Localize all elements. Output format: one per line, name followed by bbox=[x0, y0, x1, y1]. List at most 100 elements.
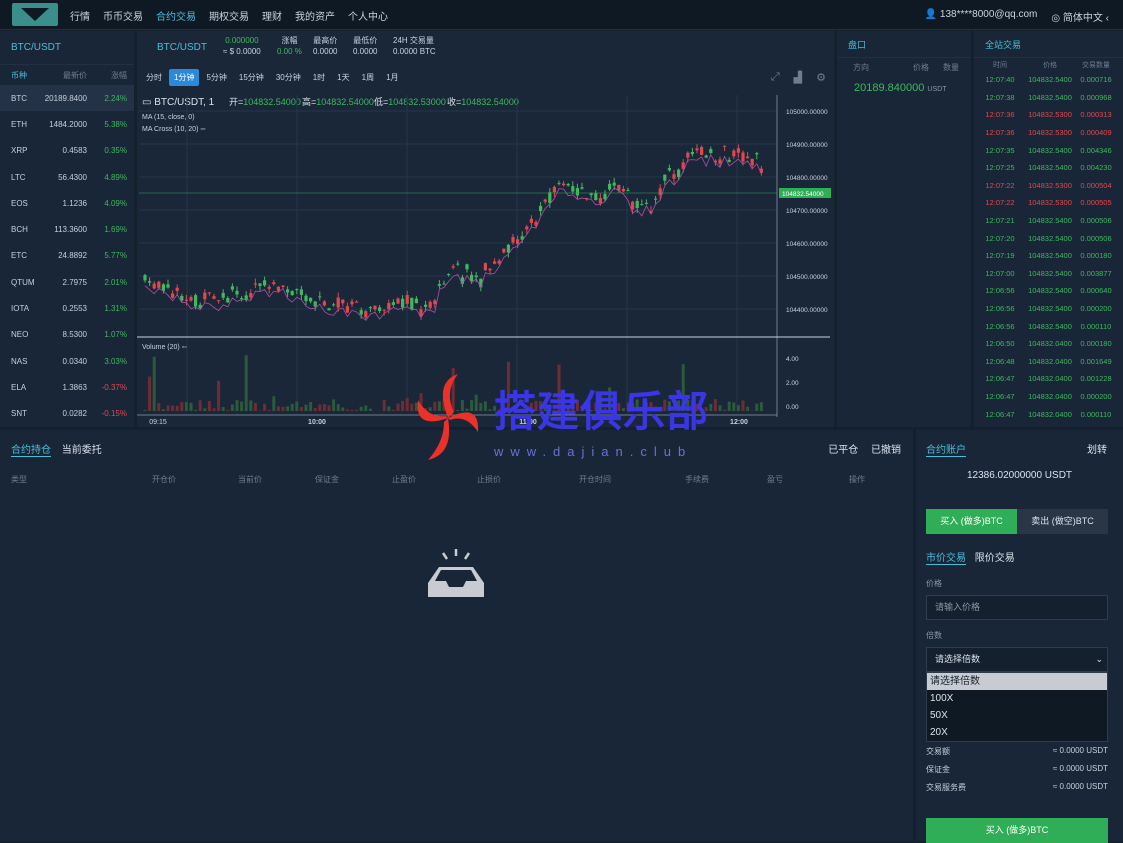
multiplier-option[interactable]: 50X bbox=[927, 707, 1107, 724]
timeframe-tab[interactable]: 1月 bbox=[381, 69, 403, 86]
volume-bar bbox=[401, 401, 404, 411]
trade-time: 12:07:21 bbox=[974, 216, 1026, 225]
multiplier-option[interactable]: 请选择倍数 bbox=[927, 673, 1107, 690]
nav-item-1[interactable]: 币币交易 bbox=[103, 8, 143, 23]
tr-col-amount: 交易数量 bbox=[1074, 60, 1118, 70]
sell-short-tab[interactable]: 卖出 (做空)BTC bbox=[1017, 509, 1108, 534]
multiplier-option[interactable]: 100X bbox=[927, 690, 1107, 707]
language-selector[interactable]: ◎ 简体中文 ‹ bbox=[1051, 9, 1109, 24]
market-row[interactable]: NEO8.53001.07% bbox=[0, 322, 134, 348]
nav-item-2[interactable]: 合约交易 bbox=[156, 8, 196, 23]
tab-open-orders[interactable]: 当前委托 bbox=[62, 445, 102, 456]
volume-bar bbox=[668, 401, 671, 411]
trade-row: 12:07:35104832.54000.004346 bbox=[974, 141, 1123, 159]
market-row[interactable]: ELA1.3863-0.37% bbox=[0, 374, 134, 400]
market-row[interactable]: IOTA0.25531.31% bbox=[0, 295, 134, 321]
trade-price: 104832.0400 bbox=[1026, 339, 1074, 348]
market-row[interactable]: EOS1.12364.09% bbox=[0, 190, 134, 216]
volume-bar bbox=[594, 403, 597, 411]
timeframe-tabs: 分时1分钟5分钟15分钟30分钟1时1天1周1月 bbox=[141, 69, 404, 86]
candle-body bbox=[171, 294, 174, 298]
coin-price: 1.3863 bbox=[42, 383, 87, 392]
positions-col-5: 止损价 bbox=[477, 474, 501, 485]
coin-symbol: ELA bbox=[0, 383, 42, 392]
price-input[interactable]: 请输入价格 bbox=[926, 595, 1108, 620]
buy-long-tab[interactable]: 买入 (做多)BTC bbox=[926, 509, 1017, 534]
user-account-link[interactable]: 👤 138****8000@qq.com bbox=[925, 9, 1038, 24]
market-row[interactable]: BCH113.36001.69% bbox=[0, 216, 134, 242]
market-row[interactable]: NAS0.03403.03% bbox=[0, 348, 134, 374]
trades-title: 全站交易 bbox=[974, 31, 1123, 58]
market-row[interactable]: XRP0.45830.35% bbox=[0, 138, 134, 164]
timeframe-tab[interactable]: 1天 bbox=[332, 69, 354, 86]
coin-symbol: IOTA bbox=[0, 304, 42, 313]
closed-positions-link[interactable]: 已平仓 bbox=[828, 445, 858, 456]
trade-price: 104832.5400 bbox=[1026, 251, 1074, 260]
market-row[interactable]: ETH1484.20005.38% bbox=[0, 111, 134, 137]
nav-item-3[interactable]: 期权交易 bbox=[209, 8, 249, 23]
candle-body bbox=[415, 299, 418, 304]
candlestick-chart[interactable]: ▭ BTC/USDT, 1开=104832.54000高=104832.5400… bbox=[137, 95, 834, 427]
candle-body bbox=[281, 285, 284, 286]
nav-item-4[interactable]: 理财 bbox=[262, 8, 282, 23]
timeframe-tab[interactable]: 分时 bbox=[141, 69, 167, 86]
candle-body bbox=[433, 300, 436, 304]
coin-price: 1.1236 bbox=[42, 199, 87, 208]
limit-order-tab[interactable]: 限价交易 bbox=[975, 553, 1015, 564]
coin-symbol: XRP bbox=[0, 146, 42, 155]
volume-bar bbox=[475, 395, 478, 411]
indicator-icon[interactable]: ▟ bbox=[794, 71, 802, 84]
market-row[interactable]: LTC56.43004.89% bbox=[0, 164, 134, 190]
trade-row: 12:06:56104832.54000.000110 bbox=[974, 317, 1123, 335]
volume-bar bbox=[567, 406, 570, 411]
trade-time: 12:07:40 bbox=[974, 75, 1026, 84]
market-row[interactable]: QTUM2.79752.01% bbox=[0, 269, 134, 295]
cancelled-orders-link[interactable]: 已撤销 bbox=[871, 445, 901, 456]
candle-body bbox=[364, 311, 367, 317]
trade-row: 12:06:47104832.04000.000200 bbox=[974, 388, 1123, 406]
fullscreen-icon[interactable]: ⤢ bbox=[771, 71, 780, 84]
volume-bar bbox=[433, 402, 436, 411]
market-order-tab[interactable]: 市价交易 bbox=[926, 553, 966, 565]
nav-item-6[interactable]: 个人中心 bbox=[348, 8, 388, 23]
time-tick: 10:00 bbox=[308, 419, 326, 426]
timeframe-tab[interactable]: 5分钟 bbox=[201, 69, 231, 86]
candle-body bbox=[429, 302, 432, 308]
candle-body bbox=[613, 183, 616, 186]
trade-price: 104832.5400 bbox=[1026, 269, 1074, 278]
market-row[interactable]: SNT0.0282-0.15% bbox=[0, 401, 134, 427]
volume-bar bbox=[585, 408, 588, 411]
coin-symbol: BTC bbox=[0, 94, 42, 103]
candle-body bbox=[341, 300, 344, 304]
market-row[interactable]: BTC20189.84002.24% bbox=[0, 85, 134, 111]
nav-item-0[interactable]: 行情 bbox=[70, 8, 90, 23]
submit-buy-button[interactable]: 买入 (做多)BTC bbox=[926, 818, 1108, 843]
timeframe-tab[interactable]: 1时 bbox=[308, 69, 330, 86]
logo-icon[interactable] bbox=[12, 3, 58, 26]
empty-inbox-icon bbox=[427, 545, 487, 601]
trade-row: 12:06:56104832.54000.000640 bbox=[974, 282, 1123, 300]
timeframe-tab[interactable]: 1分钟 bbox=[169, 69, 199, 86]
multiplier-dropdown: 请选择倍数100X50X20X bbox=[926, 672, 1108, 742]
timeframe-tab[interactable]: 30分钟 bbox=[271, 69, 306, 86]
settings-gear-icon[interactable]: ⚙ bbox=[816, 71, 826, 84]
trade-row: 12:07:00104832.54000.003877 bbox=[974, 265, 1123, 283]
market-row[interactable]: ETC24.88925.77% bbox=[0, 243, 134, 269]
volume-bar bbox=[429, 407, 432, 411]
tab-positions[interactable]: 合约持仓 bbox=[11, 445, 51, 457]
timeframe-tab[interactable]: 1周 bbox=[357, 69, 379, 86]
positions-col-2: 当前价 bbox=[238, 474, 262, 485]
multiplier-option[interactable]: 20X bbox=[927, 724, 1107, 741]
trade-amount: 0.000504 bbox=[1074, 181, 1118, 190]
timeframe-tab[interactable]: 15分钟 bbox=[234, 69, 269, 86]
trade-row: 12:07:19104832.54000.000180 bbox=[974, 247, 1123, 265]
trade-amount: 0.004346 bbox=[1074, 146, 1118, 155]
volume-bar bbox=[461, 400, 464, 411]
volume-bar bbox=[397, 404, 400, 411]
nav-item-5[interactable]: 我的资产 bbox=[295, 8, 335, 23]
multiplier-select[interactable]: 请选择倍数⌄ bbox=[926, 647, 1108, 672]
volume-bar bbox=[282, 407, 285, 411]
price-tick: 104900.00000 bbox=[786, 142, 828, 149]
transfer-button[interactable]: 划转 bbox=[1087, 441, 1107, 456]
volume-bar bbox=[640, 410, 643, 411]
